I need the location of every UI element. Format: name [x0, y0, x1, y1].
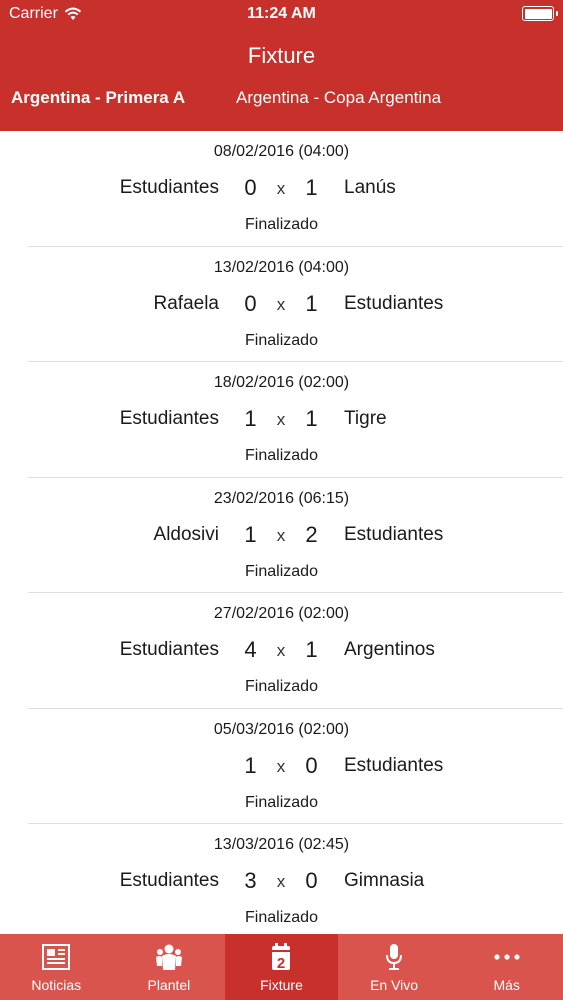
score-separator: x [276, 179, 286, 198]
league-selector: Argentina - Primera A Argentina - Copa A… [0, 88, 563, 116]
away-score: 1 [305, 290, 318, 316]
tab-label: Más [493, 977, 520, 993]
tab-label: Plantel [147, 977, 191, 993]
match-status: Finalizado [245, 447, 318, 464]
away-score: 0 [305, 868, 318, 893]
away-team: Lanús [344, 177, 396, 198]
score-separator: x [276, 294, 286, 314]
match-date: 05/03/2016 (02:00) [213, 720, 350, 738]
calendar-day-number: 2 [277, 955, 285, 972]
match-status: Finalizado [245, 909, 318, 926]
match-row[interactable]: 18/02/2016 (02:00) Estudiantes 1 x 1 Tig… [0, 362, 563, 478]
match-date: 13/02/2016 (04:00) [213, 258, 350, 276]
tab-label: En Vivo [370, 977, 419, 993]
battery-icon [522, 6, 558, 21]
home-team: Estudiantes [119, 870, 219, 891]
away-team: Estudiantes [344, 292, 444, 314]
tab-en-vivo[interactable]: En Vivo [338, 934, 451, 1000]
match-date: 23/02/2016 (06:15) [213, 489, 350, 507]
home-score: 3 [244, 868, 257, 893]
home-team: Estudiantes [119, 408, 219, 429]
score-separator: x [276, 756, 286, 776]
away-team: Argentinos [344, 639, 435, 660]
match-status: Finalizado [245, 793, 318, 811]
match-status: Finalizado [245, 216, 318, 233]
home-score: 4 [244, 637, 257, 662]
calendar-icon: 2 [272, 943, 291, 972]
home-score: 0 [244, 290, 257, 316]
match-row[interactable]: 27/02/2016 (02:00) Estudiantes 4 x 1 Arg… [0, 593, 563, 709]
home-team: Estudiantes [119, 177, 219, 198]
match-status: Finalizado [245, 678, 318, 695]
tab-fixture[interactable]: 2 Fixture [225, 934, 338, 1000]
status-bar: Carrier 11:24 AM [0, 0, 563, 28]
match-date: 13/03/2016 (02:45) [213, 836, 350, 853]
tab-primera-a[interactable]: Argentina - Primera A [11, 88, 185, 108]
team-icon [155, 944, 182, 970]
score-separator: x [276, 872, 286, 891]
tab-label: Fixture [260, 977, 303, 993]
home-team: Aldosivi [153, 523, 219, 545]
more-icon [494, 954, 520, 960]
match-date: 08/02/2016 (04:00) [213, 143, 350, 160]
home-score: 1 [244, 752, 257, 778]
score-separator: x [276, 410, 286, 429]
tab-plantel[interactable]: Plantel [113, 934, 226, 1000]
home-score: 1 [244, 406, 257, 431]
match-row[interactable]: 08/02/2016 (04:00) Estudiantes 0 x 1 Lan… [0, 131, 563, 247]
tab-copa-argentina[interactable]: Argentina - Copa Argentina [236, 88, 441, 108]
status-time: 11:24 AM [247, 5, 316, 22]
match-row[interactable]: 13/02/2016 (04:00) Rafaela 0 x 1 Estudia… [0, 247, 563, 363]
away-score: 2 [305, 521, 318, 547]
match-status: Finalizado [245, 562, 318, 580]
match-status: Finalizado [245, 331, 318, 349]
match-row[interactable]: 13/03/2016 (02:45) Estudiantes 3 x 0 Gim… [0, 824, 563, 934]
fixture-list[interactable]: 08/02/2016 (04:00) Estudiantes 0 x 1 Lan… [0, 131, 563, 934]
home-score: 1 [244, 521, 257, 547]
page-title: Fixture [247, 43, 316, 68]
home-team: Rafaela [153, 292, 220, 314]
away-team: Estudiantes [344, 754, 444, 776]
newspaper-icon [42, 944, 71, 970]
microphone-icon [386, 944, 403, 970]
away-team: Estudiantes [344, 523, 444, 545]
home-score: 0 [244, 175, 257, 200]
tab-label: Noticias [31, 977, 82, 993]
score-separator: x [276, 525, 286, 545]
away-team: Tigre [344, 408, 387, 429]
app-header: Carrier 11:24 AM Fixture Argentina - Pri… [0, 0, 563, 131]
match-date: 27/02/2016 (02:00) [213, 605, 350, 622]
away-score: 1 [305, 637, 318, 662]
match-row[interactable]: 23/02/2016 (06:15) Aldosivi 1 x 2 Estudi… [0, 478, 563, 594]
match-row[interactable]: 05/03/2016 (02:00) 1 x 0 Estudiantes Fin… [0, 709, 563, 825]
match-date: 18/02/2016 (02:00) [213, 374, 350, 391]
tab-bar: Noticias Plantel 2 Fixture En Vivo Más [0, 934, 563, 1000]
away-team: Gimnasia [344, 870, 425, 891]
tab-mas[interactable]: Más [450, 934, 563, 1000]
away-score: 0 [305, 752, 318, 778]
away-score: 1 [305, 406, 318, 431]
home-team: Estudiantes [119, 639, 219, 660]
away-score: 1 [305, 175, 318, 200]
tab-noticias[interactable]: Noticias [0, 934, 113, 1000]
score-separator: x [276, 641, 286, 660]
